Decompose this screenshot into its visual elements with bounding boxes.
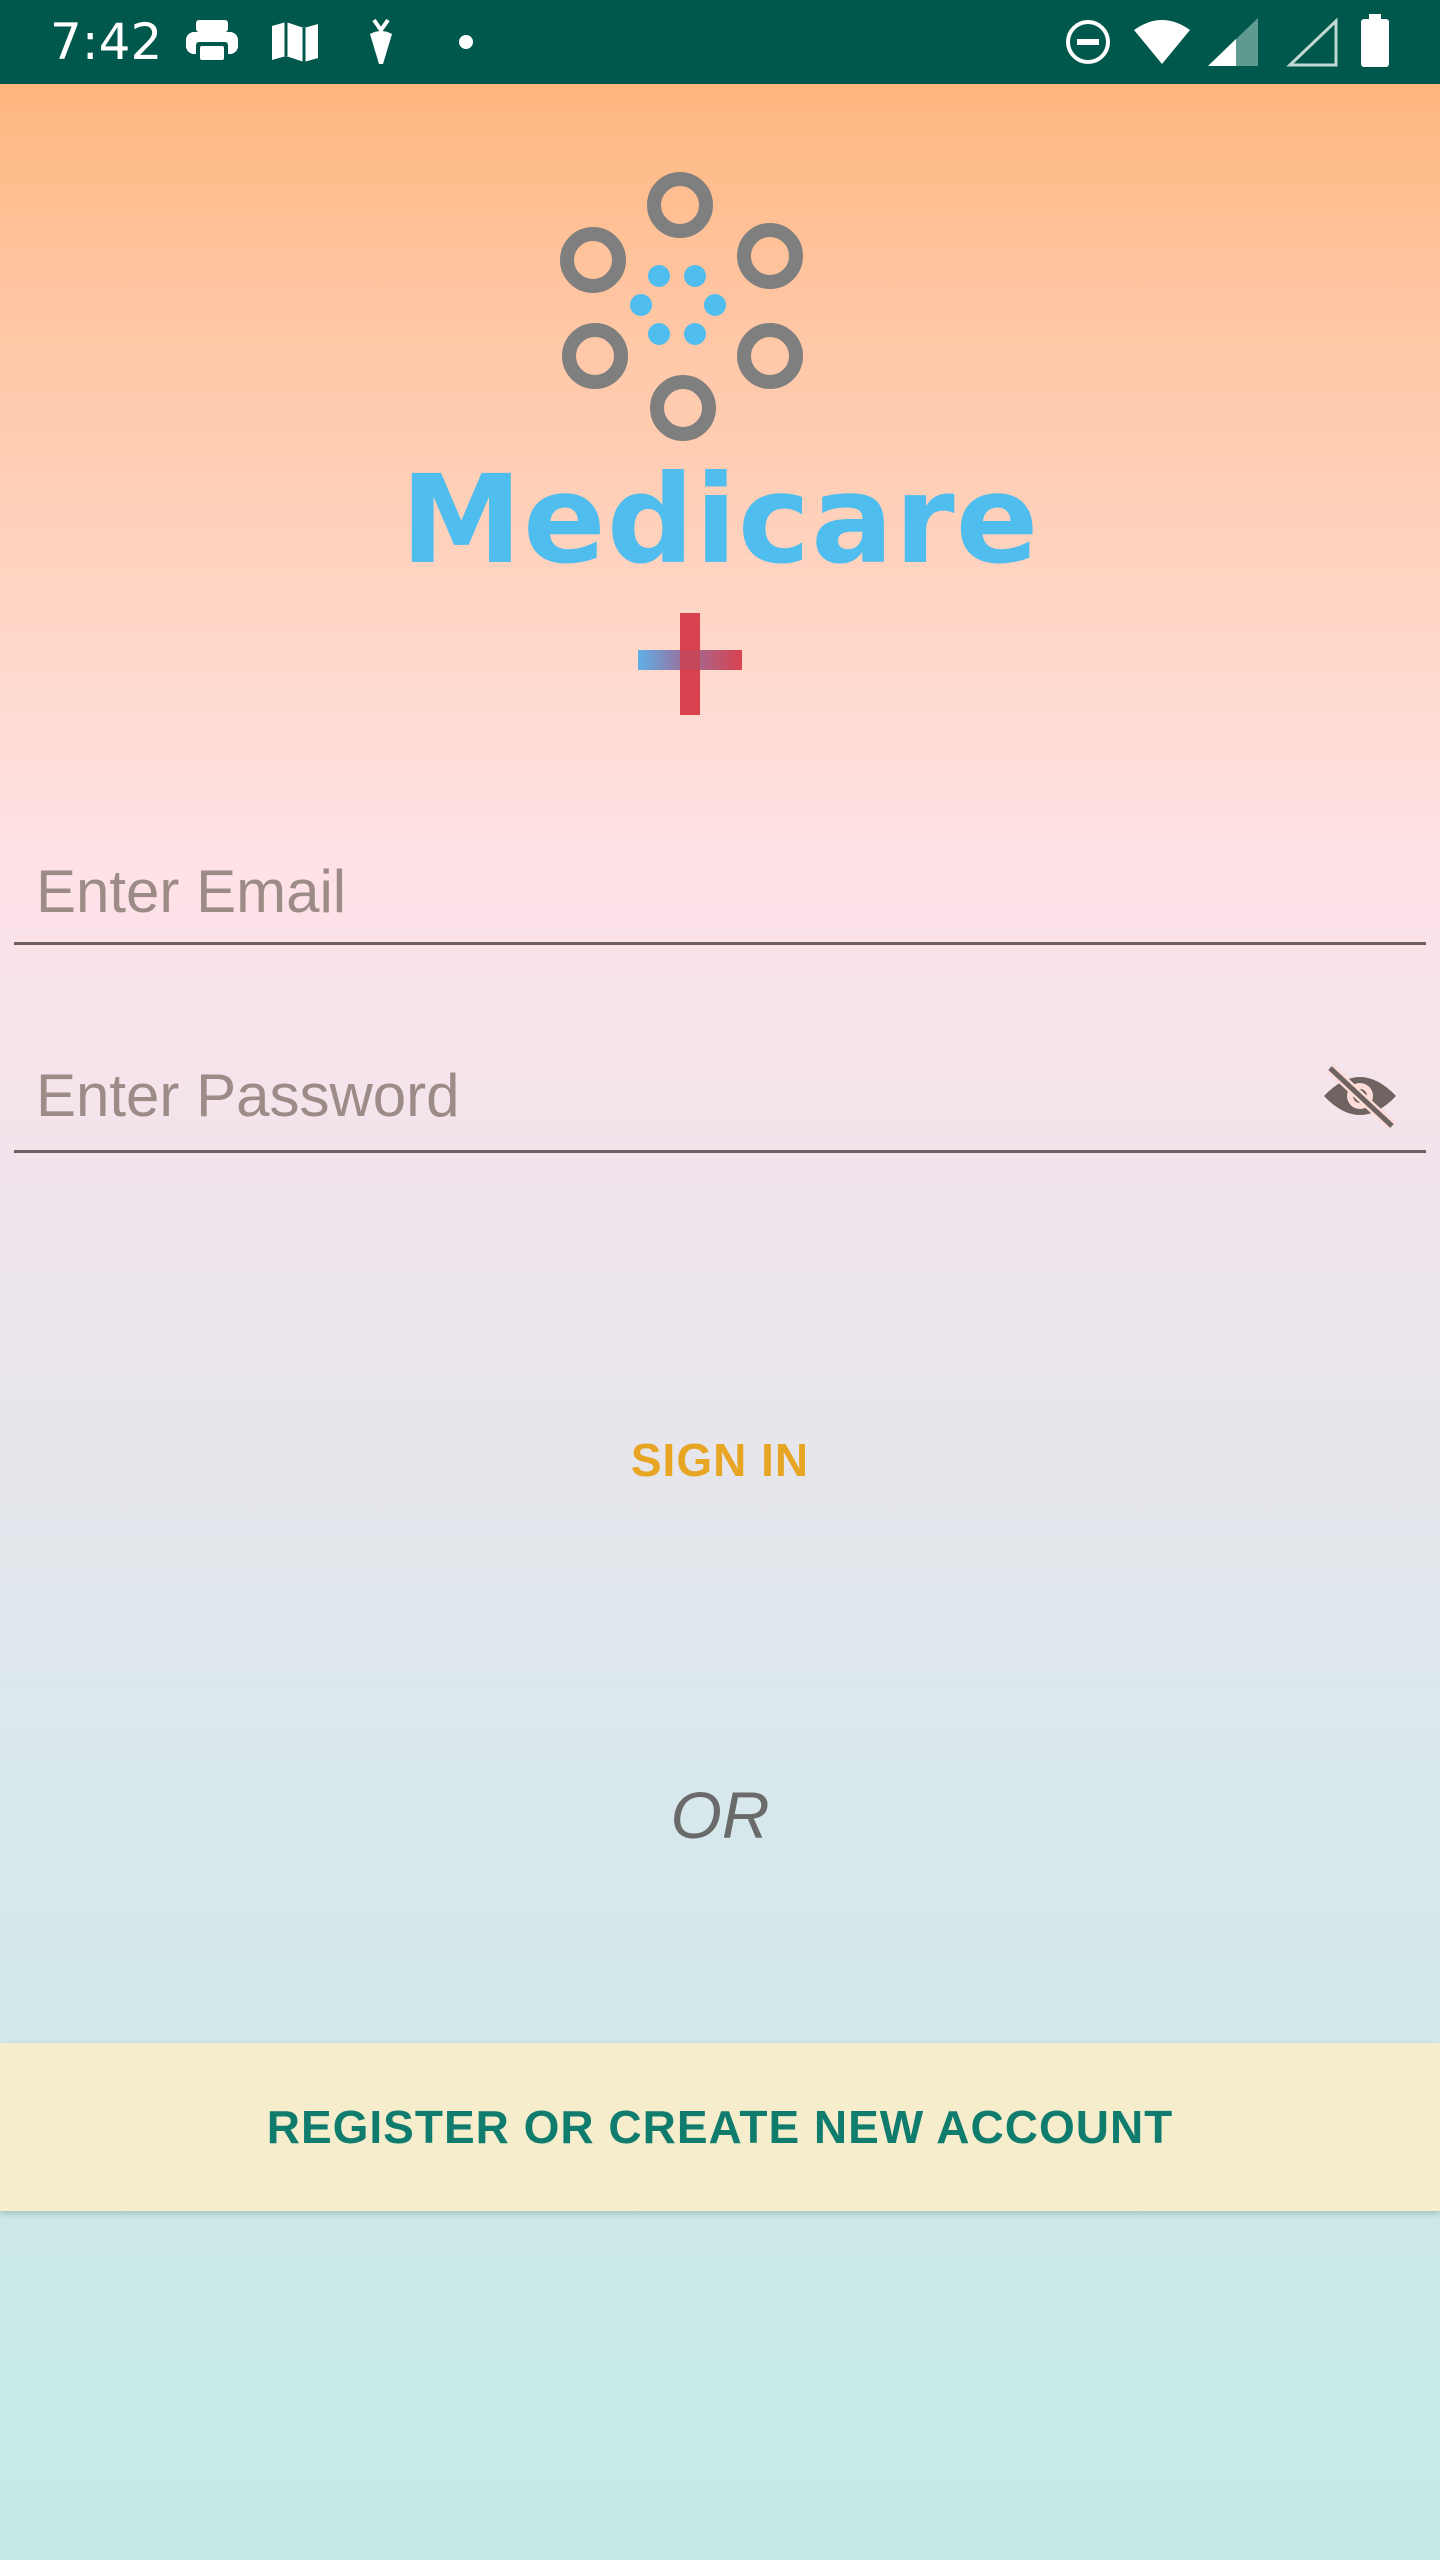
status-bar: 7:42 [0,0,1440,84]
app-logo: Medicare [380,150,1060,730]
map-icon [270,20,320,69]
carrot-icon [364,16,398,71]
printer-icon [184,18,240,71]
status-time: 7:42 [50,13,163,71]
battery-icon [1360,14,1390,73]
eye-off-icon[interactable] [1320,1064,1400,1130]
cell-signal-icon [1206,16,1260,73]
do-not-disturb-icon [1064,18,1112,71]
email-field [14,840,1426,945]
email-input[interactable] [36,840,1236,942]
wifi-icon [1132,18,1192,71]
cell-signal-empty-icon [1286,16,1340,73]
password-field [14,1040,1426,1153]
register-button[interactable]: REGISTER OR CREATE NEW ACCOUNT [0,2043,1440,2211]
or-divider-text: OR [670,1778,770,1852]
dot-icon [458,34,474,55]
flower-logo-icon [560,172,803,441]
password-input[interactable] [36,1040,1236,1150]
sign-in-button[interactable]: SIGN IN [420,1400,1020,1520]
app-name: Medicare [400,449,1040,591]
medical-cross-icon [638,613,742,715]
